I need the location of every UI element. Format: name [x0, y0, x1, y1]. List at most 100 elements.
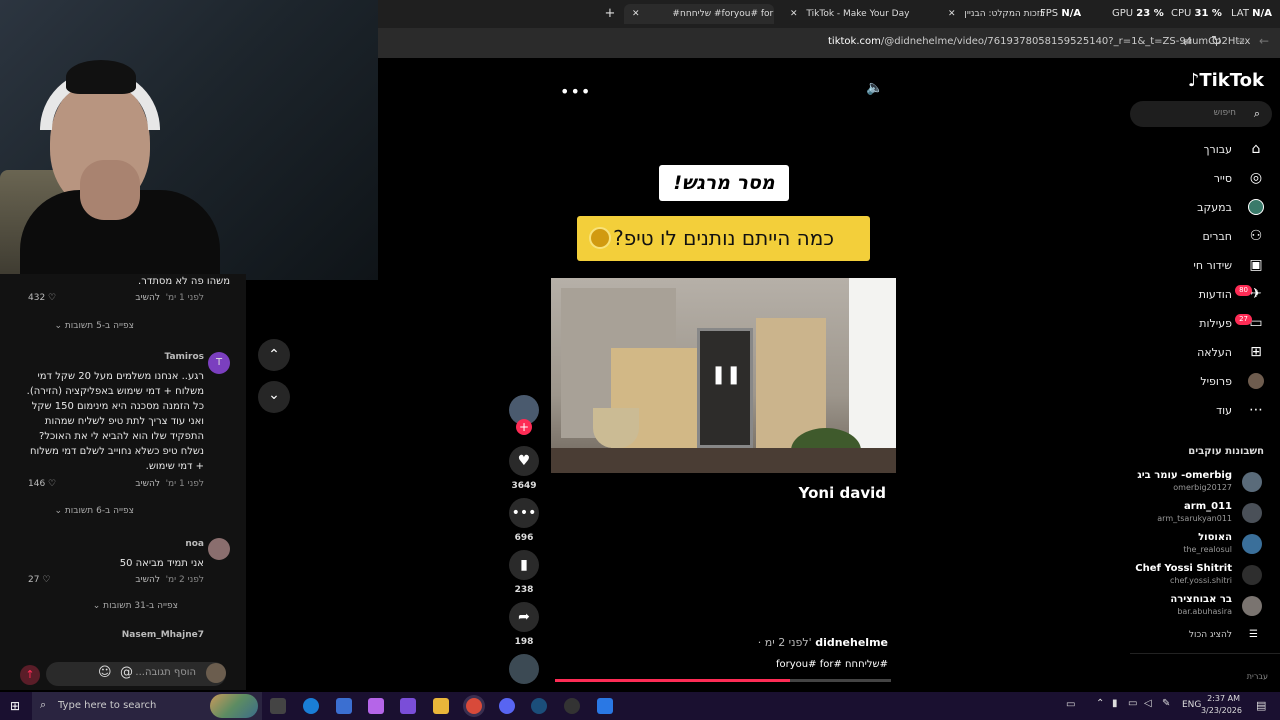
pen-icon[interactable]: ✎	[1162, 698, 1170, 709]
reload-icon[interactable]: ↻	[1211, 34, 1222, 49]
comment-likes[interactable]: 432 ♡	[28, 293, 56, 303]
back-icon[interactable]: ←	[1259, 34, 1269, 48]
notifications-icon[interactable]: ▤	[1256, 699, 1266, 712]
tab-tiktok-video[interactable]: ✕ #שליחחח #foryou# for	[624, 4, 774, 24]
sidebar-item-upload[interactable]: העלאה	[1197, 346, 1232, 359]
comment-likes[interactable]: 27 ♡	[28, 575, 50, 585]
comment-author[interactable]: Nasem_Mhajne7	[122, 630, 204, 640]
account-name[interactable]: Chef Yossi Shitrit	[1135, 563, 1232, 574]
comment-author[interactable]: noa	[185, 539, 204, 549]
m365-icon[interactable]	[400, 698, 416, 714]
store-icon[interactable]	[336, 698, 352, 714]
sidebar-item-following[interactable]: במעקב	[1197, 201, 1232, 214]
discord-icon[interactable]	[499, 698, 515, 714]
account-name[interactable]: בר אבוחצירה	[1170, 594, 1232, 605]
next-video-button[interactable]: ⌄	[258, 381, 290, 413]
windows-start-icon[interactable]: ⊞	[10, 699, 20, 713]
pause-icon[interactable]: ❚❚	[711, 362, 741, 388]
video-progress-track[interactable]	[555, 679, 891, 682]
sidebar-item-live[interactable]: שידור חי	[1193, 259, 1232, 272]
tiktok-logo[interactable]: ♪TikTok	[1188, 70, 1264, 91]
mic-icon[interactable]: ▮	[1112, 698, 1118, 709]
video-author[interactable]: didnehelme	[815, 636, 888, 649]
tab-news[interactable]: ✕ ריגלו בזכות המקלט: הבניין	[944, 4, 1044, 24]
mention-icon[interactable]: @	[120, 665, 133, 680]
taskbar-search[interactable]: ⌕ Type here to search	[32, 692, 262, 720]
app-icon[interactable]	[597, 698, 613, 714]
view-replies-button[interactable]: צפייה ב-31 תשובות ⌄	[93, 601, 178, 611]
taskbar-date[interactable]: 3/23/2026	[1198, 706, 1242, 715]
view-replies-button[interactable]: צפייה ב-6 תשובות ⌄	[54, 506, 134, 516]
copilot-icon[interactable]	[368, 698, 384, 714]
reply-button[interactable]: להשיב	[135, 575, 160, 585]
chrome-icon[interactable]	[466, 698, 482, 714]
comment-author[interactable]: Tamiros	[165, 352, 205, 362]
avatar[interactable]	[208, 538, 230, 560]
reply-button[interactable]: להשיב	[135, 479, 160, 489]
new-tab-button[interactable]: +	[602, 4, 618, 24]
emoji-icon[interactable]: ☺	[98, 665, 112, 680]
avatar[interactable]: T	[208, 352, 230, 374]
sidebar-item-friends[interactable]: חברים	[1202, 230, 1232, 243]
volume-icon[interactable]: 🔈	[866, 80, 883, 96]
comment-likes[interactable]: 146 ♡	[28, 479, 56, 489]
sidebar-item-explore[interactable]: סייר	[1214, 172, 1232, 185]
sidebar-item-messages[interactable]: הודעות	[1199, 288, 1232, 301]
video-frame[interactable]: ❚❚	[551, 278, 896, 473]
close-icon[interactable]: ✕	[790, 9, 798, 19]
account-name[interactable]: arm_011	[1184, 501, 1232, 512]
display-icon[interactable]: ▭	[1066, 699, 1075, 710]
sidebar-item-more[interactable]: עוד	[1216, 404, 1232, 417]
avatar	[206, 663, 226, 683]
search-input[interactable]: ⌕ חיפוש	[1130, 101, 1272, 127]
tray-chevron-icon[interactable]: ⌃	[1096, 698, 1104, 709]
sidebar-item-foryou[interactable]: עבורך	[1204, 143, 1232, 156]
comment-time: לפני 1 ימ'	[165, 479, 204, 489]
more-options-icon[interactable]: •••	[560, 82, 591, 101]
share-button[interactable]: ➦	[509, 602, 539, 632]
file-explorer-icon[interactable]	[433, 698, 449, 714]
account-name[interactable]: omerbig- עומר ביג	[1137, 470, 1232, 481]
site-settings-icon[interactable]: ⇄	[1183, 35, 1192, 48]
post-comment-button[interactable]: ↑	[20, 665, 40, 685]
language-label[interactable]: עברית	[1247, 672, 1268, 681]
close-icon[interactable]: ✕	[948, 9, 956, 19]
account-handle: chef.yossi.shitri	[1169, 576, 1232, 585]
account-name[interactable]: האוסול	[1198, 532, 1232, 543]
reply-button[interactable]: להשיב	[135, 293, 160, 303]
view-replies-button[interactable]: צפייה ב-5 תשובות ⌄	[54, 321, 134, 331]
avatar[interactable]	[1242, 534, 1262, 554]
avatar[interactable]	[1242, 503, 1262, 523]
volume-icon[interactable]: ◁	[1144, 698, 1152, 709]
like-button[interactable]: ♥	[509, 446, 539, 476]
more-icon: ⋯	[1249, 402, 1263, 418]
edge-icon[interactable]	[303, 698, 319, 714]
heart-icon: ♥	[517, 453, 531, 469]
previous-video-button[interactable]: ⌃	[258, 339, 290, 371]
chevron-down-icon: ⌄	[268, 387, 280, 403]
sidebar-item-profile[interactable]: פרופיל	[1200, 375, 1232, 388]
taskbar-time[interactable]: 2:37 AM	[1204, 694, 1240, 703]
avatar[interactable]	[1242, 565, 1262, 585]
task-view-icon[interactable]	[270, 698, 286, 714]
avatar[interactable]	[1242, 472, 1262, 492]
network-icon[interactable]: ▭	[1128, 698, 1137, 709]
tab-label: TikTok - Make Your Day	[806, 9, 910, 19]
upload-icon: ⊞	[1250, 344, 1262, 360]
steam-icon[interactable]	[531, 698, 547, 714]
comment-button[interactable]: •••	[509, 498, 539, 528]
save-button[interactable]: ▮	[509, 550, 539, 580]
video-caption[interactable]: #שליחחח #foryou# for	[660, 659, 888, 670]
forward-icon[interactable]: →	[1235, 34, 1245, 48]
video-light	[849, 278, 896, 448]
tab-tiktok-home[interactable]: ✕ TikTok - Make Your Day	[786, 4, 931, 24]
obs-icon[interactable]	[564, 698, 580, 714]
add-comment-field[interactable]: הוסף תגובה... ☺ @	[46, 662, 226, 686]
music-disc[interactable]	[509, 654, 539, 684]
sidebar-item-activity[interactable]: פעילות	[1199, 317, 1232, 330]
friends-icon: ⚇	[1249, 228, 1263, 244]
show-all-link[interactable]: להציג הכול	[1189, 630, 1232, 640]
follow-plus-icon[interactable]: +	[516, 419, 532, 435]
avatar[interactable]	[1242, 596, 1262, 616]
close-icon[interactable]: ✕	[632, 9, 640, 19]
